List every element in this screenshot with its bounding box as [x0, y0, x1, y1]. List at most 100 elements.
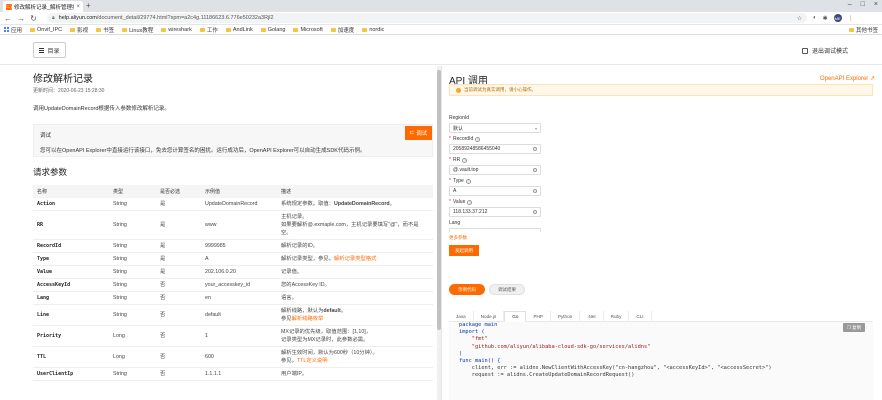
menu-kebab-icon[interactable]: ⋮: [848, 15, 854, 22]
explorer-link-label: OpenAPI Explorer: [819, 76, 869, 82]
copy-label: 复制: [852, 324, 862, 330]
reload-icon[interactable]: ↻: [30, 14, 37, 23]
field-value: @.vault.top: [453, 167, 479, 173]
code-line: "fmt": [459, 336, 488, 343]
help-icon[interactable]: ?: [462, 157, 468, 163]
param-type: String: [109, 367, 156, 381]
region-select[interactable]: 默认 ▾: [449, 123, 541, 133]
code-line: ): [459, 350, 463, 357]
bookmark-folder[interactable]: Linux教程: [122, 26, 153, 34]
extension-icon[interactable]: ◐: [813, 15, 817, 21]
param-description: MX记录的优先级，取值范围：[1,10]， 记录类型为MX记录时，此参数必需。: [277, 325, 433, 347]
field-label-text: RegionId: [449, 115, 470, 121]
param-required: 否: [156, 367, 201, 381]
param-type: String: [109, 291, 156, 305]
bookmark-other[interactable]: 其他书签: [848, 26, 878, 34]
help-icon[interactable]: ?: [467, 199, 473, 205]
tab-language[interactable]: Go: [504, 311, 527, 322]
bookmark-apps[interactable]: 应用: [4, 26, 22, 34]
maximize-icon[interactable]: □: [861, 1, 865, 8]
api-form: RegionId 默认 ▾ * RecordId? 20589248586455040 * R…: [449, 112, 589, 256]
clear-icon[interactable]: [533, 189, 537, 193]
result-tabs: 示例代码 调试结果: [449, 284, 525, 295]
clear-icon[interactable]: [533, 168, 537, 172]
copy-button[interactable]: ❐ 复制: [843, 323, 865, 332]
openapi-explorer-link[interactable]: OpenAPI Explorer ↗: [820, 75, 875, 82]
debug-button[interactable]: ⊏ 调试: [405, 126, 432, 140]
browser-tab[interactable]: C-) 修改解析记录_解析管理接 ×: [3, 1, 83, 12]
address-url[interactable]: help.aliyun.com/document_detail/29774.ht…: [59, 15, 793, 21]
param-input[interactable]: 20589248586455040: [449, 144, 541, 154]
forward-icon[interactable]: →: [17, 14, 25, 23]
param-name: Line: [33, 304, 109, 326]
browser-toolbar: ← → ↻ 🔒︎ help.aliyun.com/document_detail…: [0, 12, 882, 25]
field-value: A: [453, 188, 457, 194]
param-input[interactable]: A: [449, 186, 541, 196]
bookmark-folder[interactable]: 工作: [199, 26, 218, 34]
bookmark-label: AndLink: [232, 26, 253, 33]
bookmark-label: 影视: [77, 27, 89, 34]
bookmark-folder[interactable]: 书签: [96, 26, 114, 34]
tab-language[interactable]: Python: [551, 311, 581, 322]
bookmark-folder[interactable]: nordic: [362, 27, 384, 33]
help-icon[interactable]: ?: [475, 136, 481, 142]
lock-icon: 🔒︎: [52, 15, 55, 21]
folder-icon: [30, 27, 36, 32]
bookmark-folder[interactable]: Microsoft: [293, 26, 323, 33]
lang-input[interactable]: [449, 228, 541, 232]
warning-icon: [456, 87, 461, 93]
start-call-button[interactable]: 发起调用: [449, 245, 479, 256]
field-label: * Type?: [449, 178, 589, 184]
param-example: A: [201, 252, 277, 266]
param-input[interactable]: @.vault.top: [449, 165, 541, 175]
field-label-text: RecordId: [452, 136, 474, 142]
exit-debug-button[interactable]: 退出调试模式: [801, 46, 848, 55]
bookmark-folder[interactable]: 加速度: [330, 26, 354, 34]
clear-icon[interactable]: [533, 210, 537, 214]
tab-language[interactable]: Node.js: [474, 311, 505, 322]
bookmark-folder[interactable]: AndLink: [225, 26, 253, 33]
tab-language[interactable]: Java: [449, 311, 474, 322]
more-params-link[interactable]: 更多参数: [449, 235, 589, 241]
tab-language[interactable]: .Net: [580, 311, 604, 322]
address-bar[interactable]: 🔒︎ help.aliyun.com/document_detail/29774…: [47, 13, 807, 23]
desc-link[interactable]: 解析线路枚举: [292, 316, 324, 322]
desc-link[interactable]: 解析记录类型格式: [334, 256, 376, 262]
desc-text: 记录值。: [281, 269, 303, 275]
bookmark-folder[interactable]: wireshark: [161, 27, 192, 33]
table-row: Value String 是 202.106.0.20 记录值。: [33, 265, 433, 279]
code-line: request := alidns.CreateUpdateDomainReco…: [459, 372, 635, 379]
clear-icon[interactable]: [533, 147, 537, 151]
table-row: Lang String 否 en 语言。: [33, 291, 433, 305]
close-tab-icon[interactable]: ×: [76, 4, 80, 10]
field-value: 默认: [453, 125, 464, 132]
exit-debug-label: 退出调试模式: [811, 49, 848, 55]
bookmark-label: Microsoft: [300, 26, 323, 33]
new-tab-icon[interactable]: +: [86, 1, 91, 11]
tab-language[interactable]: PHP: [526, 311, 551, 322]
profile-avatar[interactable]: ME: [833, 14, 842, 22]
table-row: RR String 是 www 主机记录。 如果要解析@.exmaple.com，主机记…: [33, 210, 433, 240]
back-icon[interactable]: ←: [4, 14, 12, 23]
debug-body: 您可以在OpenAPI Explorer中直接运行该接口，免去您计算签名的困扰。…: [40, 148, 366, 154]
tab-debug-result[interactable]: 调试结果: [489, 284, 525, 295]
bookmark-folder[interactable]: Onvif_IPC: [30, 27, 62, 33]
param-type: String: [109, 252, 156, 266]
bookmark-label: 应用: [11, 27, 23, 34]
desc-text: 语言。: [281, 295, 297, 301]
minimize-icon[interactable]: –: [848, 1, 852, 8]
desc-link[interactable]: TTL定义说明: [297, 358, 328, 364]
toc-button[interactable]: 目录: [33, 42, 66, 58]
bookmark-folder[interactable]: Golang: [260, 27, 285, 33]
params-title: 请求参数: [33, 167, 68, 177]
bookmark-folder[interactable]: 影视: [70, 26, 88, 34]
help-icon[interactable]: ?: [465, 178, 471, 184]
param-input[interactable]: 118.133.37.212: [449, 207, 541, 217]
bookmark-star-icon[interactable]: ☆: [797, 15, 802, 22]
tab-sample-code[interactable]: 示例代码: [449, 284, 485, 295]
extension-puzzle-icon[interactable]: ✱: [823, 15, 828, 22]
tab-language[interactable]: CLI: [629, 311, 652, 322]
tab-language[interactable]: Ruby: [604, 311, 630, 322]
param-type: Long: [109, 325, 156, 347]
close-window-icon[interactable]: ×: [874, 1, 878, 8]
